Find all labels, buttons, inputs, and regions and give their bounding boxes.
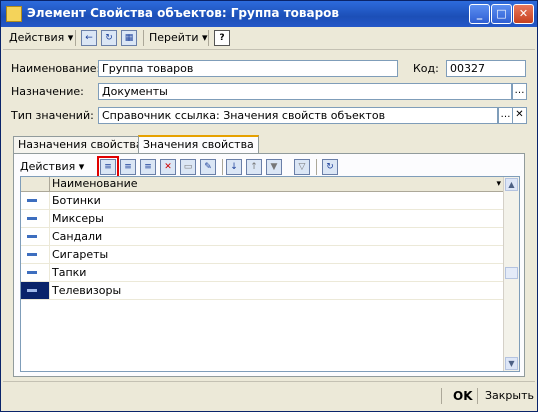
table-row[interactable]: Сандали xyxy=(21,228,505,246)
values-actions-menu-button[interactable]: Действия ▾ xyxy=(20,158,84,176)
vertical-scrollbar[interactable]: ▲ ▼ xyxy=(503,177,519,371)
clear-icon[interactable]: ✕ xyxy=(512,107,527,124)
close-window-button[interactable]: ✕ xyxy=(513,4,534,24)
main-toolbar: Действия ▾ ← ↻ ▦ Перейти ▾ ? xyxy=(3,27,535,50)
row-name: Сандали xyxy=(52,230,103,243)
item-icon xyxy=(21,282,50,299)
chevron-down-icon: ▾ xyxy=(78,160,85,173)
purpose-label: Назначение: xyxy=(11,85,84,98)
refresh-icon[interactable]: ↻ xyxy=(101,30,117,46)
code-field[interactable]: 00327 xyxy=(446,60,526,77)
filter-icon[interactable]: ▼ xyxy=(266,159,282,175)
code-label: Код: xyxy=(413,62,439,75)
name-column-header[interactable]: Наименование xyxy=(52,177,137,191)
tab-property-values[interactable]: Значения свойства xyxy=(138,135,259,155)
maximize-button[interactable]: □ xyxy=(491,4,512,24)
add-item-icon[interactable]: ≡ xyxy=(97,156,119,178)
row-name: Миксеры xyxy=(52,212,104,225)
back-arrow-icon[interactable]: ← xyxy=(81,30,97,46)
toolbar-separator xyxy=(143,30,144,46)
actions-menu-label: Действия xyxy=(9,31,65,44)
row-name: Телевизоры xyxy=(52,284,122,297)
row-name: Сигареты xyxy=(52,248,109,261)
clear-filter-icon[interactable]: ▽ xyxy=(294,159,310,175)
table-row[interactable]: Тапки xyxy=(21,264,505,282)
values-panel: Действия ▾ ≡ ≡ ≡ ✕ ▭ ✎ ↓ ↑ ▼ ▽ ↻ Наимено… xyxy=(13,153,525,377)
toolbar-separator xyxy=(222,159,223,175)
table-row[interactable]: Сигареты xyxy=(21,246,505,264)
item-icon xyxy=(21,228,50,245)
table-row[interactable]: Телевизоры xyxy=(21,282,505,300)
toolbar-separator xyxy=(477,388,478,404)
properties-window: Элемент Свойства объектов: Группа товаро… xyxy=(0,0,538,412)
values-actions-label: Действия xyxy=(20,160,76,173)
app-icon xyxy=(6,6,22,22)
help-button[interactable]: ? xyxy=(214,30,230,46)
close-button[interactable]: Закрыть xyxy=(485,387,534,405)
edit-icon[interactable]: ✎ xyxy=(200,159,216,175)
toolbar-separator xyxy=(75,30,76,46)
name-field[interactable]: Группа товаров xyxy=(98,60,398,77)
goto-menu-label: Перейти xyxy=(149,31,199,44)
window-title: Элемент Свойства объектов: Группа товаро… xyxy=(27,6,340,20)
delete-icon[interactable]: ✕ xyxy=(160,159,176,175)
bottom-bar: OK Закрыть xyxy=(3,381,535,410)
table-header: Наименование ▾ xyxy=(21,177,505,192)
item-icon xyxy=(21,246,50,263)
mark-column-header xyxy=(21,177,50,191)
values-table: Наименование ▾ Ботинки Миксеры Сандали С… xyxy=(20,176,520,372)
item-icon xyxy=(21,264,50,281)
add-group-icon[interactable]: ≡ xyxy=(120,159,136,175)
ok-button[interactable]: OK xyxy=(453,387,473,405)
actions-menu-button[interactable]: Действия ▾ xyxy=(9,29,73,47)
chevron-down-icon: ▾ xyxy=(202,31,208,44)
tab-property-purposes[interactable]: Назначения свойства xyxy=(13,136,148,154)
chevron-down-icon[interactable]: ▾ xyxy=(496,177,501,191)
type-label: Тип значений: xyxy=(11,109,94,122)
refresh-icon[interactable]: ↻ xyxy=(322,159,338,175)
name-label: Наименование: xyxy=(11,62,101,75)
level-up-icon[interactable]: ↑ xyxy=(246,159,262,175)
table-row[interactable]: Миксеры xyxy=(21,210,505,228)
title-bar[interactable]: Элемент Свойства объектов: Группа товаро… xyxy=(1,1,537,27)
row-name: Тапки xyxy=(52,266,87,279)
item-icon xyxy=(21,210,50,227)
toolbar-separator xyxy=(208,30,209,46)
type-field[interactable]: Справочник ссылка: Значения свойств объе… xyxy=(98,107,498,124)
minimize-button[interactable]: _ xyxy=(469,4,490,24)
toolbar-separator xyxy=(316,159,317,175)
hierarchy-icon[interactable]: ↓ xyxy=(226,159,242,175)
purpose-select-button[interactable]: … xyxy=(512,83,527,100)
purpose-field[interactable]: Документы xyxy=(98,83,512,100)
copy-icon[interactable]: ≡ xyxy=(140,159,156,175)
scroll-down-icon[interactable]: ▼ xyxy=(505,357,518,370)
scroll-up-icon[interactable]: ▲ xyxy=(505,178,518,191)
type-select-button[interactable]: … xyxy=(498,107,513,124)
chevron-down-icon: ▾ xyxy=(67,31,74,44)
toolbar-separator xyxy=(441,388,442,404)
goto-menu-button[interactable]: Перейти ▾ xyxy=(149,29,208,47)
item-icon xyxy=(21,192,50,209)
structure-icon[interactable]: ▦ xyxy=(121,30,137,46)
move-icon[interactable]: ▭ xyxy=(180,159,196,175)
scroll-thumb[interactable] xyxy=(505,267,518,279)
row-name: Ботинки xyxy=(52,194,101,207)
table-row[interactable]: Ботинки xyxy=(21,192,505,210)
